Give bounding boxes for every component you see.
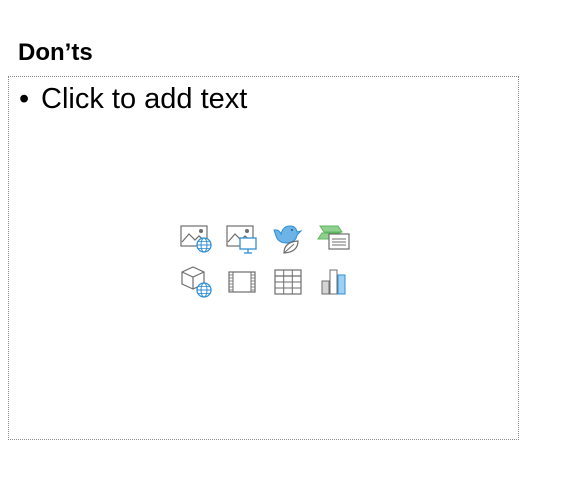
video-icon[interactable]: [224, 264, 260, 300]
table-icon[interactable]: [270, 264, 306, 300]
slide-title[interactable]: Don’ts: [18, 38, 93, 68]
content-placeholder[interactable]: • Click to add text: [8, 76, 519, 440]
insert-content-icons: [178, 220, 358, 300]
pictures-icon[interactable]: [224, 220, 260, 256]
3d-models-icon[interactable]: [178, 264, 214, 300]
chart-icon[interactable]: [316, 264, 352, 300]
icons-icon[interactable]: [270, 220, 306, 256]
placeholder-text[interactable]: • Click to add text: [19, 81, 247, 117]
click-to-add-text-prompt: Click to add text: [41, 83, 248, 115]
bullet-glyph: •: [19, 83, 30, 115]
online-pictures-icon[interactable]: [178, 220, 214, 256]
smartart-icon[interactable]: [316, 220, 352, 256]
